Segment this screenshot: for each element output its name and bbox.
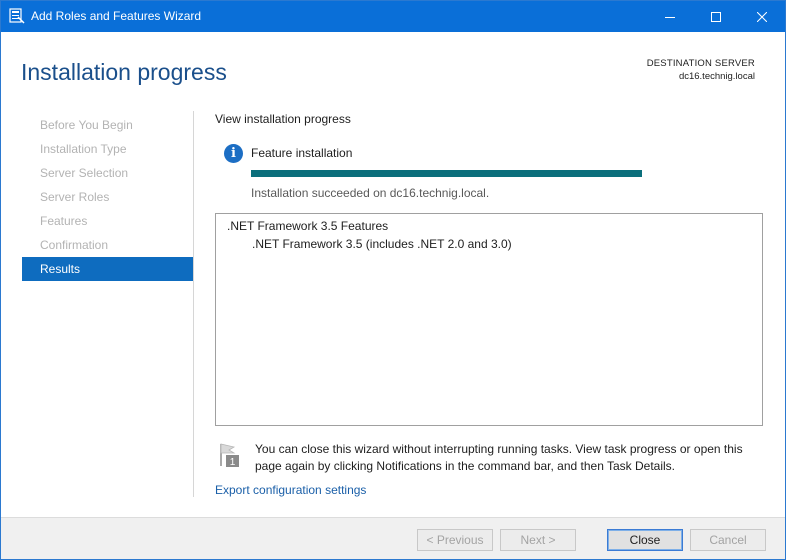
result-item-parent: .NET Framework 3.5 Features — [227, 219, 389, 233]
maximize-button[interactable] — [693, 1, 739, 32]
minimize-icon — [665, 16, 675, 18]
destination-server-label: DESTINATION SERVER — [646, 58, 755, 69]
installation-progress-bar — [251, 170, 642, 177]
next-button[interactable]: Next > — [500, 529, 576, 551]
result-item-child: .NET Framework 3.5 (includes .NET 2.0 an… — [252, 237, 512, 251]
feature-installation-label: Feature installation — [251, 146, 353, 160]
wizard-window: Add Roles and Features Wizard Installati… — [0, 0, 786, 560]
minimize-button[interactable] — [647, 1, 693, 32]
notification-badge-count: 1 — [230, 457, 236, 468]
footer-bar: < Previous Next > Close Cancel — [1, 517, 785, 559]
title-bar[interactable]: Add Roles and Features Wizard — [1, 1, 785, 32]
nav-item-server-selection[interactable]: Server Selection — [22, 161, 193, 185]
nav-item-results[interactable]: Results — [22, 257, 193, 281]
cancel-button[interactable]: Cancel — [690, 529, 766, 551]
wizard-nav: Before You Begin Installation Type Serve… — [22, 113, 193, 281]
server-manager-icon — [9, 8, 25, 24]
nav-item-features[interactable]: Features — [22, 209, 193, 233]
previous-button[interactable]: < Previous — [417, 529, 493, 551]
info-icon: i — [224, 144, 243, 163]
page-title: Installation progress — [21, 59, 227, 85]
maximize-icon — [711, 11, 721, 22]
nav-divider — [193, 111, 194, 497]
nav-item-server-roles[interactable]: Server Roles — [22, 185, 193, 209]
installation-status: Installation succeeded on dc16.technig.l… — [251, 186, 490, 200]
nav-item-confirmation[interactable]: Confirmation — [22, 233, 193, 257]
close-window-button[interactable] — [739, 1, 785, 32]
progress-fill — [251, 170, 642, 177]
notice-text: You can close this wizard without interr… — [255, 442, 743, 473]
content-heading: View installation progress — [215, 112, 351, 126]
close-button[interactable]: Close — [607, 529, 683, 551]
nav-item-before-you-begin[interactable]: Before You Begin — [22, 113, 193, 137]
results-list[interactable]: .NET Framework 3.5 Features .NET Framewo… — [215, 213, 763, 426]
window-title: Add Roles and Features Wizard — [31, 9, 202, 23]
export-configuration-link[interactable]: Export configuration settings — [215, 483, 366, 497]
notification-flag-icon: 1 — [218, 442, 240, 468]
destination-server-name: dc16.technig.local — [678, 71, 755, 82]
nav-item-installation-type[interactable]: Installation Type — [22, 137, 193, 161]
close-icon — [757, 11, 767, 22]
